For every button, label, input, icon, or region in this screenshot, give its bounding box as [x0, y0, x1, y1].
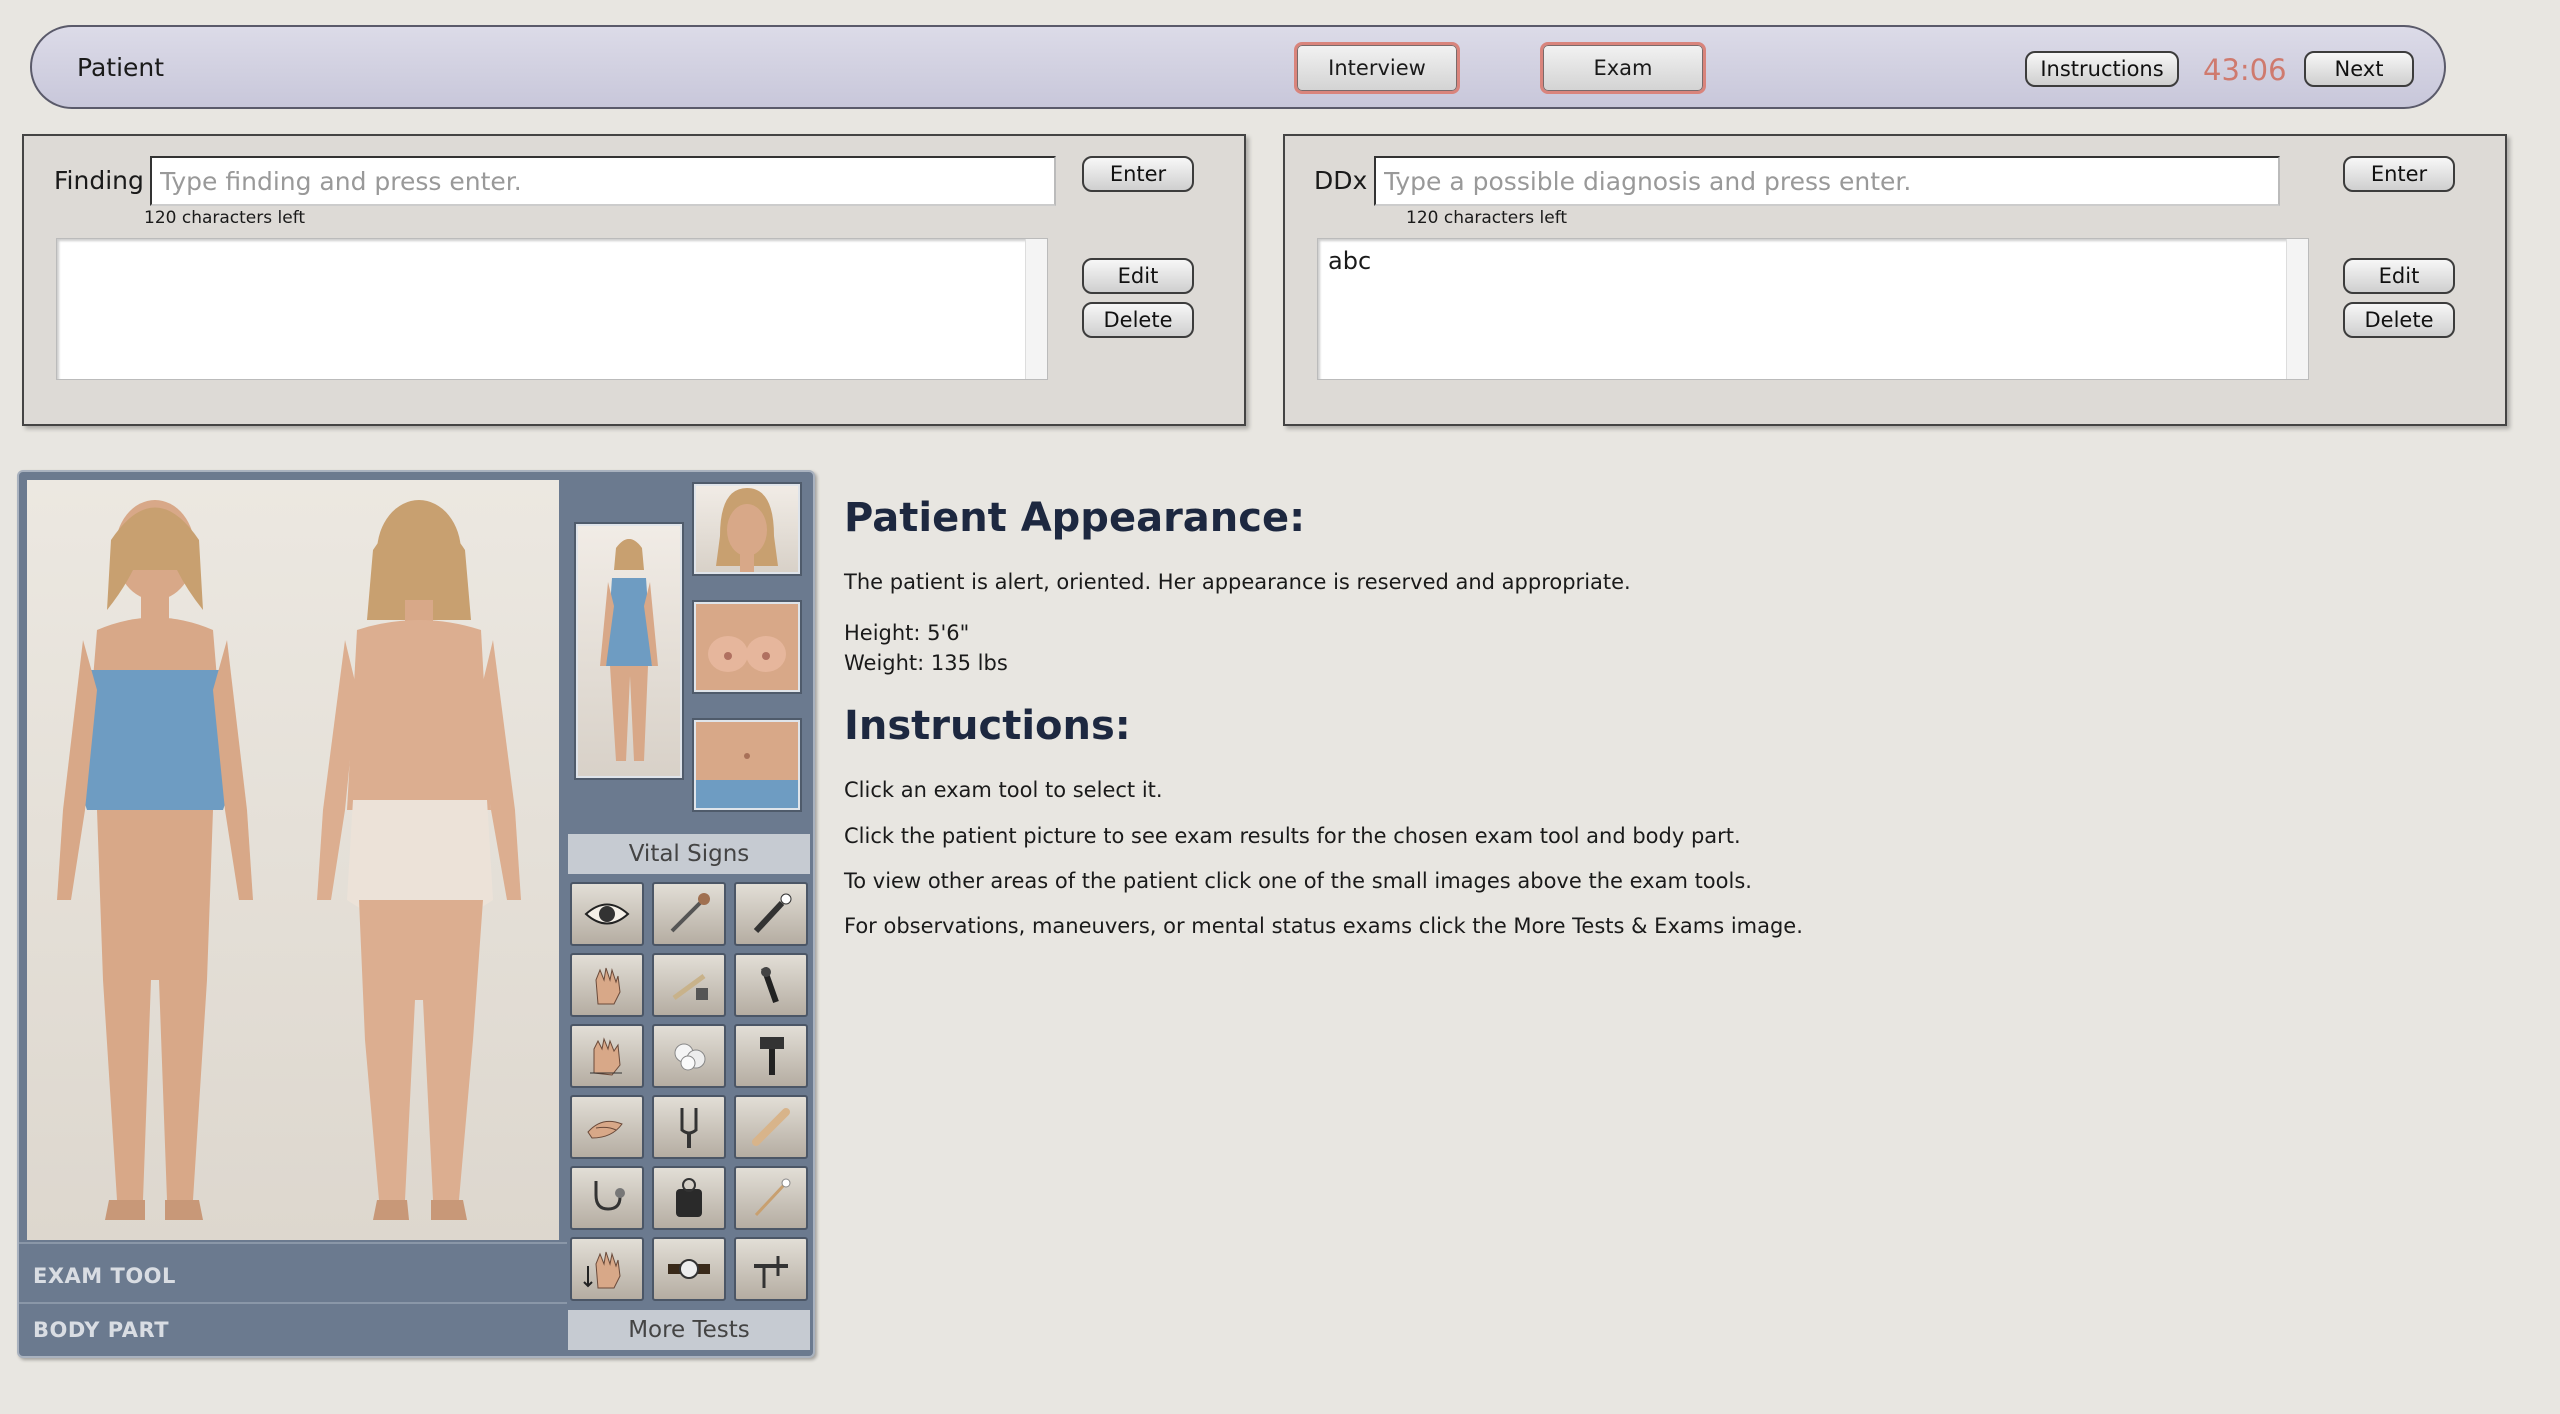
list-item[interactable]: abc [1328, 247, 2298, 275]
top-navigation-bar: Patient Interview Exam Instructions 43:0… [30, 25, 2446, 109]
ddx-enter-button[interactable]: Enter [2343, 156, 2455, 192]
instruction-line: For observations, maneuvers, or mental s… [844, 914, 1803, 939]
exam-panel: EXAM TOOL BODY PART Vital Signs More Tes… [17, 470, 815, 1358]
ddx-input[interactable] [1374, 156, 2280, 206]
blood-pressure-cuff-icon[interactable] [652, 1166, 726, 1230]
reflex-hammer-icon[interactable] [652, 882, 726, 946]
swab-icon[interactable] [734, 1166, 808, 1230]
exam-button[interactable]: Exam [1540, 42, 1706, 94]
finding-input[interactable] [150, 156, 1056, 206]
divider [19, 1302, 567, 1304]
tape-measure-icon[interactable] [652, 953, 726, 1017]
instruction-line: Click an exam tool to select it. [844, 778, 1163, 803]
weight-text: Weight: 135 lbs [844, 650, 1008, 675]
info-section: Patient Appearance: The patient is alert… [844, 490, 2044, 942]
patient-label: Patient [77, 53, 165, 82]
chest-figure [696, 604, 798, 690]
head-thumbnail[interactable] [694, 484, 800, 574]
instructions-heading: Instructions: [844, 703, 1131, 750]
pinch-icon[interactable] [570, 1095, 644, 1159]
caliper-icon[interactable] [734, 1237, 808, 1301]
finding-list-scrollbar[interactable] [1025, 239, 1047, 379]
ddx-panel: DDx 120 characters left abc Enter Edit D… [1283, 134, 2507, 426]
finding-enter-button[interactable]: Enter [1082, 156, 1194, 192]
tuning-fork-icon[interactable] [652, 1095, 726, 1159]
finding-list[interactable] [56, 238, 1048, 380]
ophthalmoscope-icon[interactable] [734, 1024, 808, 1088]
instructions-button[interactable]: Instructions [2025, 51, 2179, 87]
appearance-text: The patient is alert, oriented. Her appe… [844, 570, 1631, 594]
palpate-hand-icon[interactable] [570, 953, 644, 1017]
patient-appearance-heading: Patient Appearance: [844, 495, 1306, 541]
percussion-hand-icon[interactable] [570, 1024, 644, 1088]
chest-thumbnail[interactable] [694, 602, 800, 692]
more-tests-button[interactable]: More Tests [568, 1310, 810, 1350]
exam-tool-label: EXAM TOOL [33, 1264, 176, 1288]
vital-signs-button[interactable]: Vital Signs [568, 834, 810, 874]
ddx-list-scrollbar[interactable] [2286, 239, 2308, 379]
instruction-line: To view other areas of the patient click… [844, 868, 1752, 893]
divider [19, 1242, 567, 1244]
cotton-icon[interactable] [652, 1024, 726, 1088]
timer: 43:06 [2203, 53, 2287, 87]
watch-icon[interactable] [652, 1237, 726, 1301]
full-body-figure [600, 539, 658, 761]
ddx-label: DDx [1314, 166, 1368, 195]
body-part-label: BODY PART [33, 1318, 170, 1342]
height-text: Height: 5'6" [844, 621, 970, 646]
abdomen-thumbnail[interactable] [694, 720, 800, 810]
head-figure [716, 488, 778, 572]
finding-edit-button[interactable]: Edit [1082, 258, 1194, 294]
ddx-edit-button[interactable]: Edit [2343, 258, 2455, 294]
finding-chars-left: 120 characters left [144, 208, 306, 228]
range-of-motion-icon[interactable] [570, 1237, 644, 1301]
instruction-line: Click the patient picture to see exam re… [844, 823, 1741, 848]
finding-panel: Finding 120 characters left Enter Edit D… [22, 134, 1246, 426]
interview-button[interactable]: Interview [1294, 42, 1460, 94]
abdomen-figure [696, 722, 798, 808]
finding-delete-button[interactable]: Delete [1082, 302, 1194, 338]
finding-label: Finding [54, 166, 144, 195]
eye-icon[interactable] [570, 882, 644, 946]
ddx-chars-left: 120 characters left [1406, 208, 1568, 228]
otoscope-icon[interactable] [734, 953, 808, 1017]
penlight-icon[interactable] [734, 882, 808, 946]
ddx-delete-button[interactable]: Delete [2343, 302, 2455, 338]
next-button[interactable]: Next [2304, 51, 2414, 87]
patient-picture[interactable] [27, 480, 559, 1240]
patient-body-figure [57, 500, 521, 1220]
full-body-thumbnail[interactable] [576, 524, 682, 778]
ddx-list[interactable]: abc [1317, 238, 2309, 380]
tongue-depressor-icon[interactable] [734, 1095, 808, 1159]
stethoscope-icon[interactable] [570, 1166, 644, 1230]
